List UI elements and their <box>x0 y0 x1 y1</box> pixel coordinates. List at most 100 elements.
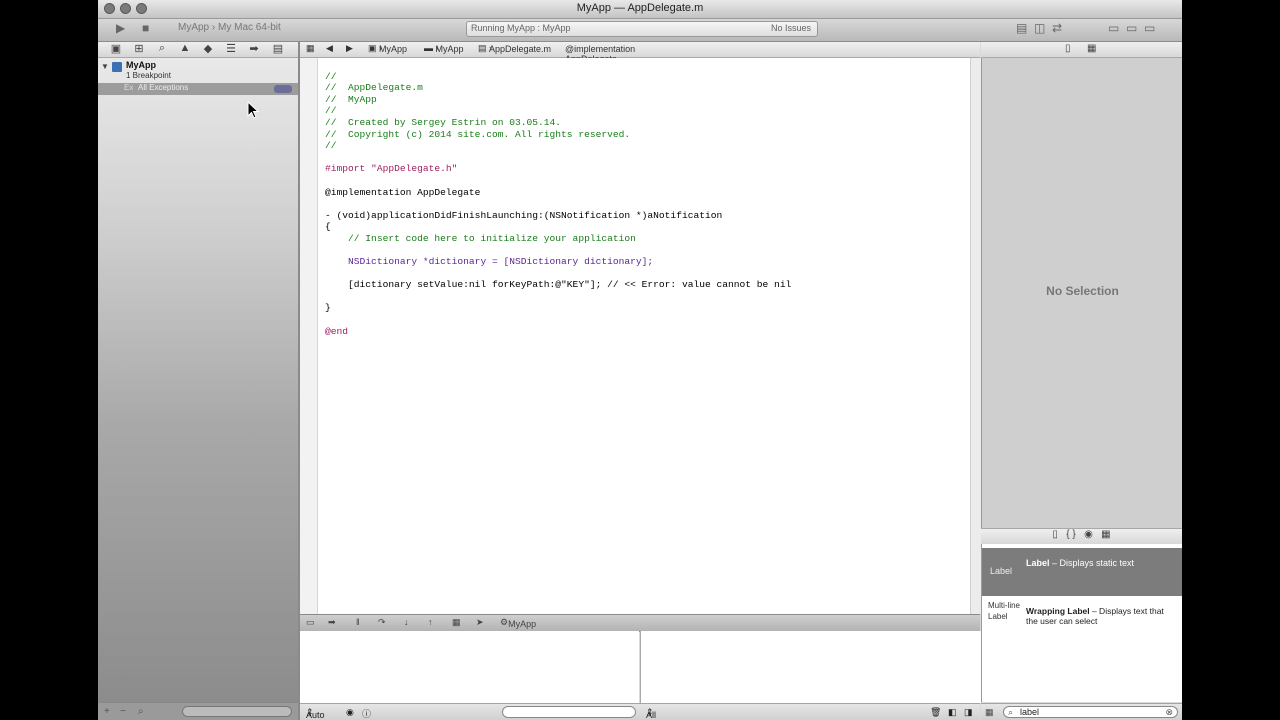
eye-icon[interactable]: ◉ <box>346 707 354 718</box>
debug-target[interactable]: ⚙ MyApp <box>500 617 536 629</box>
library-selector-bar: ▯ { } ◉ ▦ <box>981 528 1182 545</box>
view-hierarchy-icon[interactable]: ▦ <box>452 617 461 628</box>
exception-icon: Ex <box>124 83 134 92</box>
test-icon[interactable]: ◆ <box>198 42 218 55</box>
variables-filter-field[interactable] <box>502 706 636 718</box>
breakpoint-count: 1 Breakpoint <box>126 71 171 80</box>
forward-icon[interactable]: ▶ <box>346 43 353 54</box>
crumb-label: AppDelegate.m <box>489 44 552 54</box>
object-library: Label Label – Displays static text Multi… <box>981 544 1182 702</box>
hide-debug-area-icon[interactable]: ▭ <box>306 617 315 628</box>
remove-icon[interactable]: − <box>120 706 126 717</box>
split-view-left-icon[interactable]: ◧ <box>948 707 957 718</box>
code-line: @end <box>325 325 349 337</box>
no-selection-label: No Selection <box>1046 284 1119 298</box>
search-icon[interactable]: ⌕ <box>152 42 172 55</box>
xcode-window: MyApp — AppDelegate.m ▶ ■ MyApp › My Mac… <box>98 0 1182 720</box>
debug-toggle-icon[interactable]: ▭ <box>1126 21 1137 35</box>
add-icon[interactable]: + <box>104 706 110 717</box>
related-items-icon[interactable]: ▦ <box>306 43 315 54</box>
title-bar: MyApp — AppDelegate.m <box>98 0 1182 19</box>
symbol-icon[interactable]: ⊞ <box>129 42 149 55</box>
project-name[interactable]: MyApp <box>126 60 156 70</box>
trash-icon[interactable]: 🗑 <box>930 707 941 718</box>
disclosure-triangle-icon[interactable]: ▼ <box>101 62 109 71</box>
scope-label: Auto <box>306 710 325 720</box>
media-library-icon[interactable]: ▦ <box>1101 529 1110 540</box>
play-icon[interactable]: ▶ <box>116 21 125 35</box>
utilities-toggle-icon[interactable]: ▭ <box>1144 21 1155 35</box>
debug-icon[interactable]: ☰ <box>221 42 241 55</box>
object-library-icon[interactable]: ◉ <box>1084 529 1093 540</box>
folder-icon[interactable]: ▣ <box>106 42 126 55</box>
grid-view-icon[interactable]: ▦ <box>985 707 994 718</box>
info-icon[interactable]: ⓘ <box>362 707 371 720</box>
library-footer: ▦ ⌕ label ⊗ <box>981 703 1182 720</box>
simulate-location-icon[interactable]: ➤ <box>476 617 484 628</box>
back-icon[interactable]: ◀ <box>326 43 333 54</box>
split-view-right-icon[interactable]: ◨ <box>964 707 973 718</box>
jumpbar-crumb-file[interactable]: ▤ AppDelegate.m › <box>478 43 551 54</box>
step-into-icon[interactable]: ↓ <box>404 617 409 627</box>
window-title: MyApp — AppDelegate.m <box>576 2 704 14</box>
breakpoint-icon[interactable]: ➡ <box>244 42 264 55</box>
issues-status[interactable]: No Issues <box>771 23 811 33</box>
library-item-label[interactable]: Label Label – Displays static text <box>982 548 1182 596</box>
file-inspector-icon[interactable]: ▯ <box>1065 43 1071 54</box>
activity-status: Running MyApp : MyApp <box>471 23 571 33</box>
step-over-icon[interactable]: ↷ <box>378 617 386 628</box>
warning-icon[interactable]: ▲ <box>175 42 195 54</box>
code-line: [dictionary setValue:nil forKeyPath:@"KE… <box>325 279 792 291</box>
project-icon <box>112 62 122 72</box>
pause-icon[interactable]: ‖ <box>356 617 360 627</box>
code-line: // <box>325 105 337 117</box>
scheme-selector[interactable]: MyApp › My Mac 64-bit <box>178 22 281 33</box>
library-item-wrapping-label[interactable]: Multi-line Label Wrapping Label – Displa… <box>982 596 1182 642</box>
jumpbar-crumb-project[interactable]: ▣ MyApp › <box>368 43 407 54</box>
mouse-cursor-icon <box>247 101 259 119</box>
search-icon: ⌕ <box>1008 707 1014 717</box>
crumb-label: MyApp <box>379 44 408 54</box>
code-line: // Insert code here to initialize your a… <box>325 232 636 244</box>
code-snippet-icon[interactable]: { } <box>1066 529 1075 540</box>
code-line: #import "AppDelegate.h" <box>325 163 458 175</box>
filter-icon[interactable]: ⌕ <box>138 706 144 717</box>
variables-view[interactable] <box>300 631 639 703</box>
library-filter-field[interactable]: ⌕ label ⊗ <box>1003 706 1178 718</box>
navigator-filter-bar: + − ⌕ <box>98 702 298 720</box>
code-line: // AppDelegate.m <box>325 82 423 94</box>
code-line: // <box>325 70 337 82</box>
navigator-toggle-icon[interactable]: ▭ <box>1108 21 1119 35</box>
quick-help-icon[interactable]: ▦ <box>1087 43 1096 54</box>
library-filter-value: label <box>1020 707 1040 717</box>
output-popup[interactable]: All Output ⇕ <box>646 707 656 720</box>
file-template-icon[interactable]: ▯ <box>1052 529 1058 540</box>
stop-icon[interactable]: ■ <box>142 21 149 35</box>
scope-popup[interactable]: Auto ⇕ <box>306 707 325 720</box>
jumpbar-crumb-group[interactable]: ▬ MyApp › <box>424 43 464 54</box>
code-line: @implementation AppDelegate <box>325 186 481 198</box>
step-out-icon[interactable]: ↑ <box>428 617 433 627</box>
log-icon[interactable]: ▤ <box>268 42 288 55</box>
breakpoints-toggle-icon[interactable]: ➡ <box>328 617 336 628</box>
source-editor[interactable]: // // AppDelegate.m // MyApp // // Creat… <box>300 58 970 614</box>
assistant-editor-icon[interactable]: ◫ <box>1034 21 1045 35</box>
breakpoint-navigator: ▼ MyApp 1 Breakpoint Ex All Exceptions <box>98 58 298 720</box>
breakpoint-enabled-icon[interactable] <box>274 85 292 93</box>
editor-scrollbar[interactable] <box>970 58 981 614</box>
debug-bar: ▭ ➡ ‖ ↷ ↓ ↑ ▦ ➤ ⚙ MyApp <box>300 614 980 632</box>
debug-footer: Auto ⇕ ◉ ⓘ All Output ⇕ 🗑 ◧ ◨ <box>300 703 980 720</box>
output-label: All Output <box>646 710 657 720</box>
library-item-text: Label – Displays static text <box>1026 558 1135 568</box>
navigator-filter-field[interactable] <box>182 706 292 717</box>
exception-breakpoint-row[interactable]: Ex All Exceptions <box>98 83 298 95</box>
clear-icon[interactable]: ⊗ <box>1165 707 1173 718</box>
library-item-desc: Displays static text <box>1059 558 1135 568</box>
source-code[interactable]: // // AppDelegate.m // MyApp // // Creat… <box>325 59 791 337</box>
console-output[interactable] <box>640 631 981 703</box>
standard-editor-icon[interactable]: ▤ <box>1016 21 1027 35</box>
editor-gutter[interactable] <box>300 58 318 614</box>
version-editor-icon[interactable]: ⇄ <box>1052 21 1062 35</box>
scheme-name: MyApp <box>178 22 210 33</box>
code-line: // <box>325 140 337 152</box>
